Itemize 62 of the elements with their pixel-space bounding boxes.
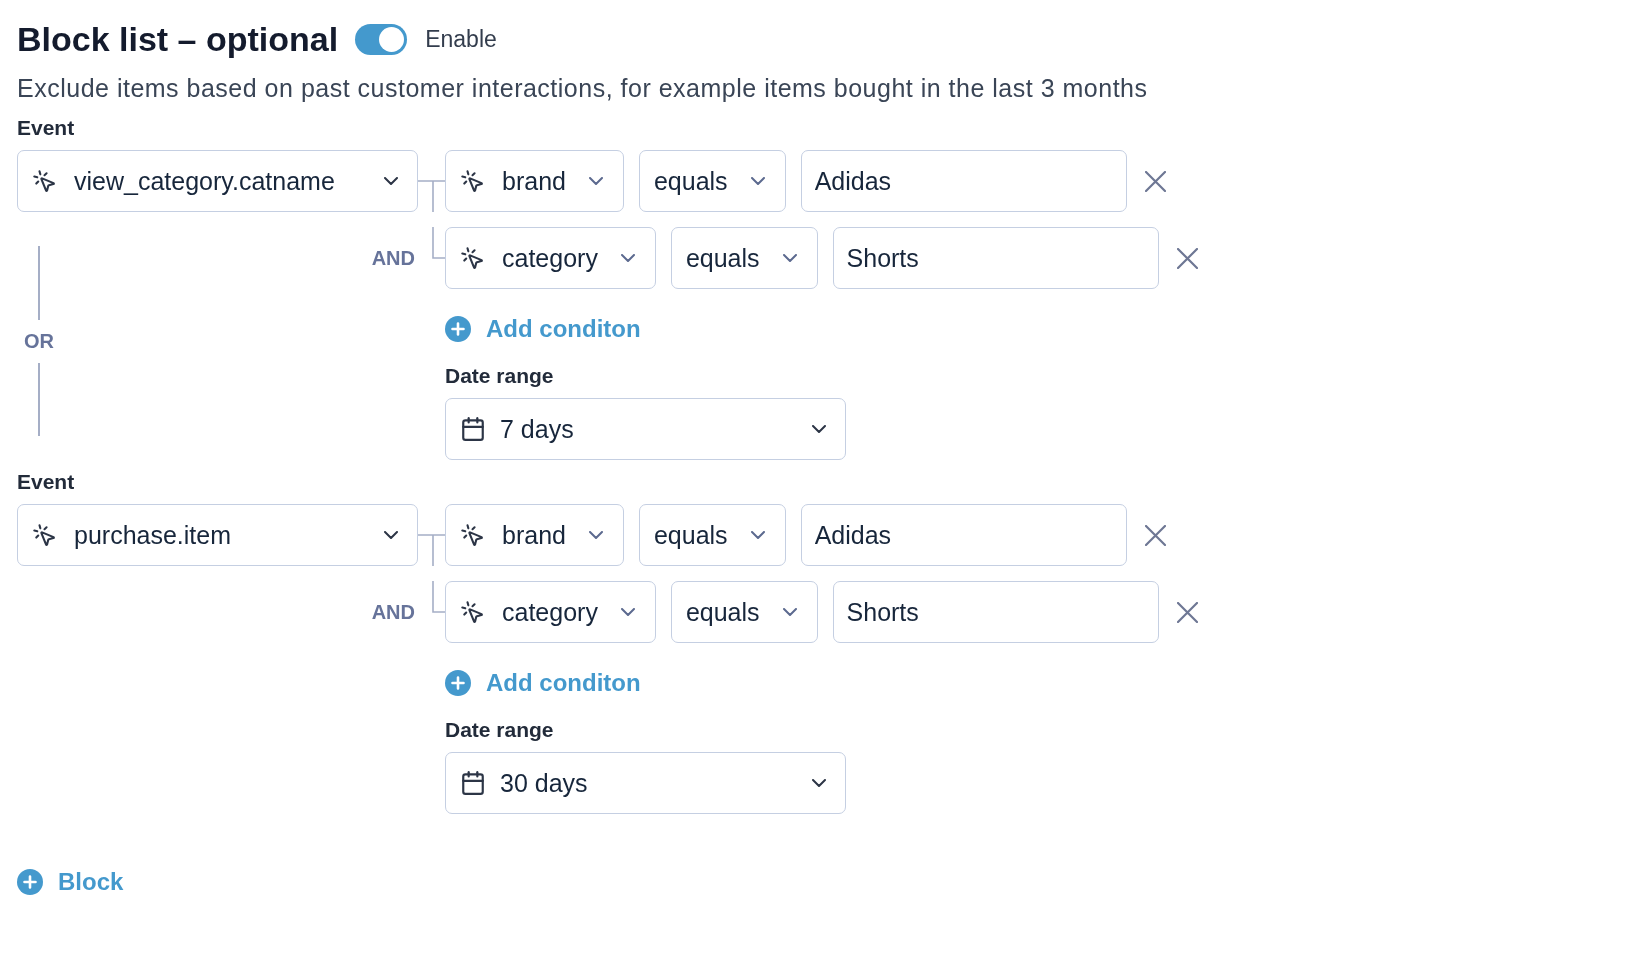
cursor-click-icon [460, 245, 485, 271]
event-select[interactable]: purchase.item [17, 504, 418, 566]
description-text: Exclude items based on past customer interactions, for example items bought in the last 3 months [17, 74, 1148, 102]
and-label: AND [371, 246, 415, 270]
cursor-click-icon [460, 599, 485, 625]
field-label: Event [17, 470, 75, 494]
event-select[interactable]: view_category.catname [17, 150, 418, 212]
chevron-down-icon [782, 254, 797, 262]
field-label: Date range [445, 364, 554, 388]
operator-select[interactable]: equals [638, 150, 786, 212]
or-label: OR [24, 329, 54, 353]
connector-line [418, 534, 445, 566]
page-title: Block list – optional [17, 19, 339, 59]
plus-icon [445, 670, 471, 696]
value-input[interactable]: Shorts [832, 581, 1159, 643]
date-range-select[interactable]: 7 days [445, 398, 846, 460]
date-range-select[interactable]: 30 days [445, 752, 846, 814]
chevron-down-icon [782, 608, 797, 616]
chevron-down-icon [384, 177, 398, 185]
cursor-click-icon [32, 522, 57, 548]
cursor-click-icon [460, 522, 485, 548]
operator-select[interactable]: equals [670, 227, 818, 289]
chevron-down-icon [620, 254, 635, 262]
close-icon [1144, 170, 1166, 192]
chevron-down-icon [588, 177, 603, 185]
remove-button[interactable] [1176, 247, 1198, 269]
connector-line [432, 581, 445, 613]
field-label: Event [17, 116, 75, 140]
chevron-down-icon [812, 779, 826, 787]
field-label: Date range [445, 718, 554, 742]
field-select[interactable]: brand [445, 504, 624, 566]
chevron-down-icon [750, 177, 765, 185]
close-icon [1144, 524, 1166, 546]
remove-button[interactable] [1144, 170, 1166, 192]
toggle-label: Enable [425, 25, 497, 53]
field-select[interactable]: category [445, 227, 656, 289]
plus-icon [445, 316, 471, 342]
field-select[interactable]: category [445, 581, 656, 643]
chevron-down-icon [588, 531, 603, 539]
chevron-down-icon [812, 425, 826, 433]
value-input[interactable]: Adidas [800, 504, 1127, 566]
calendar-icon [460, 770, 486, 796]
value-input[interactable]: Adidas [800, 150, 1127, 212]
cursor-click-icon [460, 168, 485, 194]
close-icon [1176, 601, 1198, 623]
field-select[interactable]: brand [445, 150, 624, 212]
plus-icon [17, 869, 43, 895]
and-label: AND [371, 600, 415, 624]
value-input[interactable]: Shorts [832, 227, 1159, 289]
close-icon [1176, 247, 1198, 269]
chevron-down-icon [750, 531, 765, 539]
remove-button[interactable] [1144, 524, 1166, 546]
chevron-down-icon [384, 531, 398, 539]
calendar-icon [460, 416, 486, 442]
operator-select[interactable]: equals [670, 581, 818, 643]
remove-button[interactable] [1176, 601, 1198, 623]
operator-select[interactable]: equals [638, 504, 786, 566]
enable-toggle[interactable] [355, 23, 408, 55]
chevron-down-icon [620, 608, 635, 616]
connector-line [432, 227, 445, 259]
cursor-click-icon [32, 168, 57, 194]
connector-line [418, 180, 445, 212]
